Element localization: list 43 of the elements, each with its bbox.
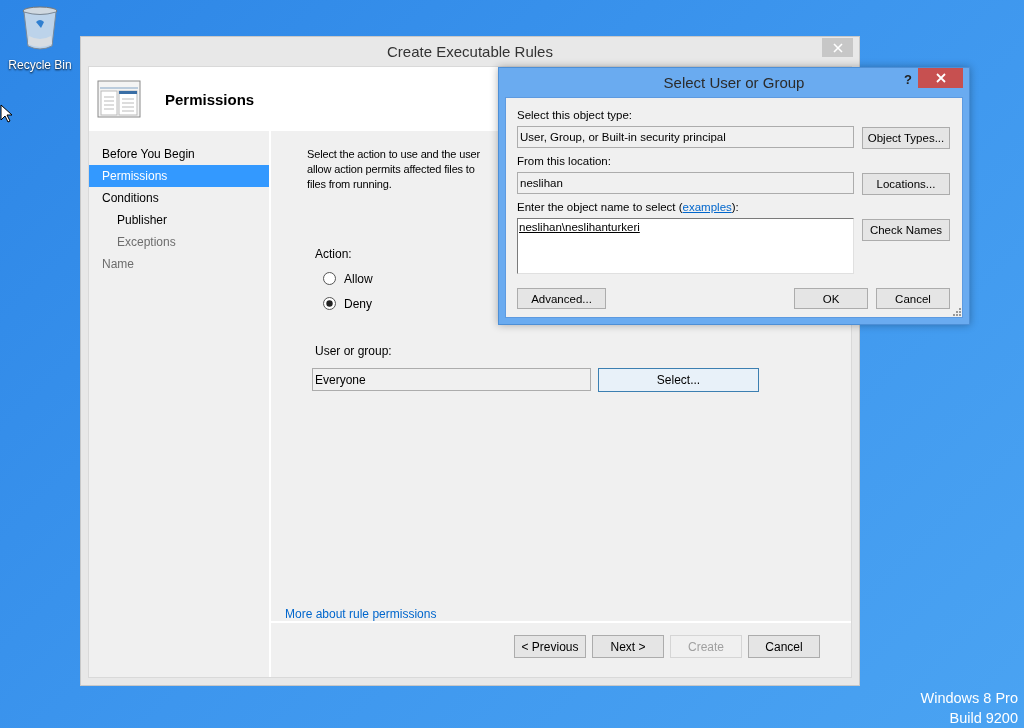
dialog-title: Select User or Group [663,74,805,91]
edition-text: Build 9200 [949,710,1018,726]
location-field[interactable]: neslihan [517,172,854,194]
advanced-button[interactable]: Advanced... [517,288,606,309]
object-type-label: Select this object type: [517,108,634,123]
wizard-button[interactable]: < Previous [514,635,586,658]
wizard-page-icon [97,80,141,118]
locations-button[interactable]: Locations... [862,173,950,195]
examples-link[interactable]: examples [682,201,732,213]
edition-text: Windows 8 Pro [920,690,1018,706]
recycle-bin-icon [21,6,59,52]
description-text: Select the action to use and the user allow action permits affected files to files from running. [307,147,480,192]
wizard-button[interactable]: Cancel [748,635,820,658]
user-group-label: User or group: [315,344,393,358]
nav-step[interactable]: Publisher [89,209,269,231]
radio-label: Allow [344,271,373,286]
location-label: From this location: [517,154,612,169]
wizard-button[interactable]: Next > [592,635,664,658]
check-names-button[interactable]: Check Names [862,219,950,241]
object-name-field[interactable]: neslihan\neslihanturkeri [517,218,854,274]
desktop-icon-label[interactable]: Recycle Bin [8,58,72,72]
radio-button[interactable] [323,272,336,285]
page-heading: Permissions [165,90,255,108]
help-button[interactable]: ? [904,72,912,87]
object-type-field[interactable]: User, Group, or Built-in security principal [517,126,854,148]
nav-step[interactable]: Before You Begin [89,143,269,165]
resize-grip-icon [953,308,961,316]
object-name-label: Enter the object name to select (examples): [517,200,740,215]
nav-step[interactable]: Conditions [89,187,269,209]
user-group-field[interactable]: Everyone [312,368,591,391]
window-title: Create Executable Rules [387,43,553,60]
mouse-pointer-icon [0,104,12,123]
ok-button[interactable]: OK [794,288,868,309]
close-icon [935,73,946,83]
cancel-button[interactable]: Cancel [876,288,950,309]
close-icon [832,42,843,53]
close-button[interactable] [918,68,963,88]
radio-button[interactable] [323,297,336,310]
help-link[interactable]: More about rule permissions [285,607,437,621]
object-types-button[interactable]: Object Types... [862,127,950,149]
select-button[interactable]: Select... [598,368,759,392]
action-label: Action: [315,247,353,261]
radio-label: Deny [344,296,372,311]
